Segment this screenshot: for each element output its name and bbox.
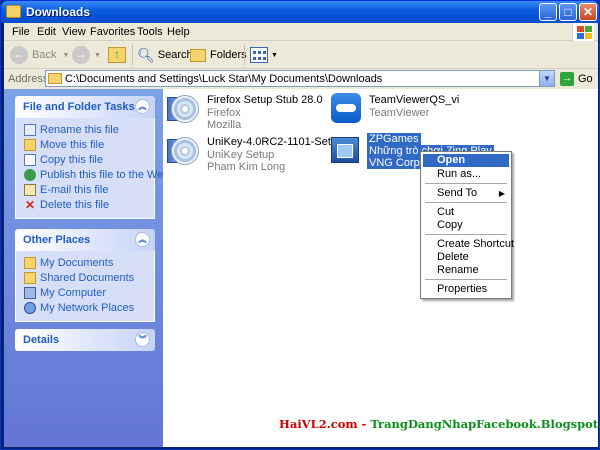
title-bar[interactable]: Downloads _ □ ✕ xyxy=(1,1,599,23)
installer-cd-icon xyxy=(167,133,201,167)
minimize-button[interactable]: _ xyxy=(539,3,557,21)
ctx-create-shortcut[interactable]: Create Shortcut xyxy=(423,238,514,251)
rename-icon xyxy=(24,123,36,136)
address-label: Address xyxy=(8,73,49,85)
file-item-teamviewer[interactable]: TeamViewerQS_vi TeamViewer xyxy=(329,91,459,129)
menu-separator xyxy=(425,202,507,203)
menu-view[interactable]: View xyxy=(62,26,86,38)
menu-favorites[interactable]: Favorites xyxy=(90,26,135,38)
ctx-rename[interactable]: Rename xyxy=(423,264,509,277)
task-move[interactable]: Move this file xyxy=(24,137,154,152)
task-pane: File and Folder Tasks ︽ Rename this file… xyxy=(4,89,169,447)
delete-icon: ✕ xyxy=(24,197,36,212)
menu-help[interactable]: Help xyxy=(167,26,190,38)
back-arrow-icon: ← xyxy=(10,46,28,64)
folders-icon xyxy=(190,48,206,62)
folders-button[interactable]: Folders xyxy=(190,45,247,65)
move-icon xyxy=(24,138,36,151)
views-button[interactable]: ▼ xyxy=(250,45,278,65)
folder-icon xyxy=(48,73,62,84)
place-shared-documents[interactable]: Shared Documents xyxy=(24,270,154,285)
file-item-firefox[interactable]: Firefox Setup Stub 28.0 Firefox Mozilla xyxy=(167,91,323,131)
panel-header[interactable]: File and Folder Tasks ︽ xyxy=(15,96,155,118)
place-my-network[interactable]: My Network Places xyxy=(24,300,154,315)
menu-file[interactable]: File xyxy=(12,26,30,38)
task-email[interactable]: E-mail this file xyxy=(24,182,154,197)
search-button[interactable]: 🔍︎ Search xyxy=(137,45,193,65)
address-input[interactable]: C:\Documents and Settings\Luck Star\My D… xyxy=(45,70,555,87)
globe-icon xyxy=(24,168,36,181)
ctx-delete[interactable]: Delete xyxy=(423,251,509,264)
menu-bar: File Edit View Favorites Tools Help xyxy=(4,23,598,41)
submenu-arrow-icon: ▶ xyxy=(498,189,505,198)
file-folder-tasks-panel: File and Folder Tasks ︽ Rename this file… xyxy=(15,96,169,219)
toolbar-divider xyxy=(244,45,245,65)
installer-cd-icon xyxy=(167,91,201,125)
forward-button[interactable]: → ▼ xyxy=(72,45,101,65)
maximize-button[interactable]: □ xyxy=(559,3,577,21)
ctx-copy[interactable]: Copy xyxy=(423,219,509,232)
other-places-panel: Other Places ︽ My Documents Shared Docum… xyxy=(15,229,155,322)
folder-icon xyxy=(6,5,21,18)
context-menu: Open Run as... Send To ▶ Cut Copy Create … xyxy=(420,151,514,299)
menu-edit[interactable]: Edit xyxy=(37,26,56,38)
ctx-cut[interactable]: Cut xyxy=(423,206,509,219)
address-bar: Address C:\Documents and Settings\Luck S… xyxy=(4,69,598,89)
panel-header[interactable]: Details ︾ xyxy=(15,329,155,351)
task-delete[interactable]: ✕ Delete this file xyxy=(24,197,154,212)
ctx-open[interactable]: Open xyxy=(423,154,509,167)
task-publish[interactable]: Publish this file to the Web xyxy=(24,167,169,182)
panel-body: My Documents Shared Documents My Compute… xyxy=(15,251,155,322)
toolbar: ← Back ▼ → ▼ ↑ 🔍︎ Search Folders ▼ xyxy=(4,41,598,69)
chevron-down-icon: ▼ xyxy=(94,51,101,59)
copy-icon xyxy=(24,153,36,166)
task-copy[interactable]: Copy this file xyxy=(24,152,154,167)
go-arrow-icon: → xyxy=(560,72,574,86)
network-icon xyxy=(24,301,36,314)
ctx-properties[interactable]: Properties xyxy=(423,283,509,296)
close-button[interactable]: ✕ xyxy=(579,3,597,21)
up-folder-icon: ↑ xyxy=(108,47,126,63)
panel-body: Rename this file Move this file Copy thi… xyxy=(15,118,169,219)
ctx-run-as[interactable]: Run as... xyxy=(423,168,509,181)
menu-separator xyxy=(425,234,507,235)
collapse-icon[interactable]: ︽ xyxy=(135,232,150,247)
computer-icon xyxy=(24,286,36,299)
windows-logo-icon xyxy=(572,23,594,41)
shared-folder-icon xyxy=(24,271,36,284)
zpgames-icon xyxy=(329,135,363,169)
search-icon: 🔍︎ xyxy=(137,46,155,63)
ctx-send-to[interactable]: Send To ▶ xyxy=(423,187,509,200)
chevron-down-icon: ▼ xyxy=(271,51,278,59)
back-button[interactable]: ← Back ▼ xyxy=(10,45,69,65)
collapse-icon[interactable]: ︽ xyxy=(135,99,150,114)
menu-separator xyxy=(425,183,507,184)
chevron-down-icon: ▼ xyxy=(62,51,70,59)
address-path: C:\Documents and Settings\Luck Star\My D… xyxy=(65,73,383,85)
watermark-text: HaiVL2.com - TrangDangNhapFacebook.Blogs… xyxy=(279,417,600,431)
views-icon xyxy=(250,47,268,63)
place-my-documents[interactable]: My Documents xyxy=(24,255,154,270)
menu-separator xyxy=(425,279,507,280)
place-my-computer[interactable]: My Computer xyxy=(24,285,154,300)
folder-icon xyxy=(24,256,36,269)
menu-tools[interactable]: Tools xyxy=(137,26,163,38)
file-view[interactable]: Firefox Setup Stub 28.0 Firefox Mozilla … xyxy=(163,89,600,447)
panel-header[interactable]: Other Places ︽ xyxy=(15,229,155,251)
details-panel: Details ︾ xyxy=(15,329,155,351)
forward-arrow-icon: → xyxy=(72,46,90,64)
email-icon xyxy=(24,183,36,196)
file-item-unikey[interactable]: UniKey-4.0RC2-1101-Setup UniKey Setup Ph… xyxy=(167,133,343,173)
expand-icon[interactable]: ︾ xyxy=(135,332,150,347)
go-button[interactable]: → Go xyxy=(560,71,596,87)
teamviewer-icon xyxy=(331,93,361,123)
up-folder-button[interactable]: ↑ xyxy=(108,45,126,65)
toolbar-divider xyxy=(132,45,133,65)
task-rename[interactable]: Rename this file xyxy=(24,122,154,137)
explorer-window: Downloads _ □ ✕ File Edit View Favorites… xyxy=(0,0,600,450)
window-title: Downloads xyxy=(26,5,91,19)
address-dropdown-icon[interactable]: ▼ xyxy=(539,71,554,86)
